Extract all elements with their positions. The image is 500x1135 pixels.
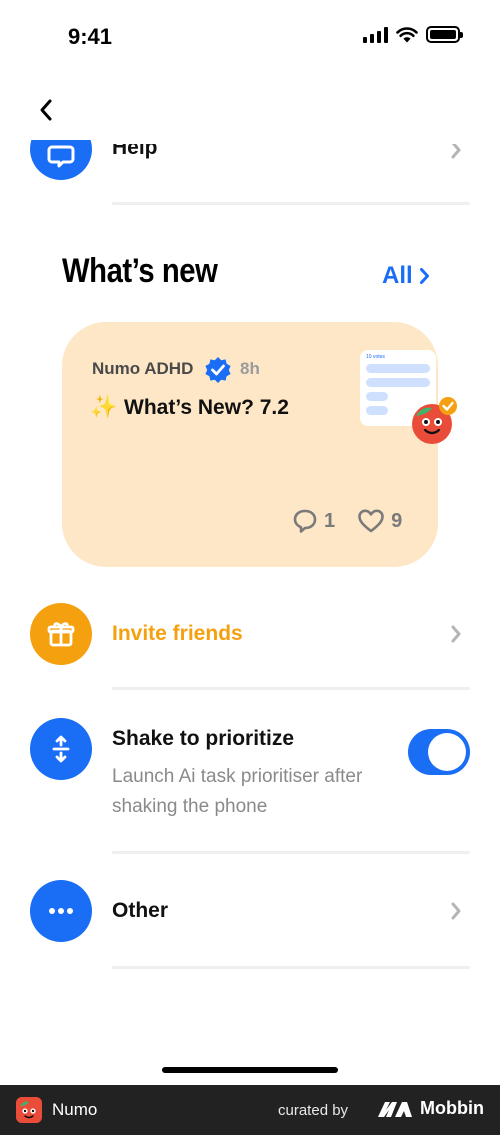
other-title: Other — [112, 899, 169, 922]
divider — [112, 966, 470, 969]
divider — [112, 202, 470, 205]
whats-new-title: What’s new — [62, 252, 218, 290]
invite-friends-title: Invite friends — [112, 622, 243, 645]
help-title: Help — [112, 136, 158, 159]
chevron-right-icon — [446, 144, 466, 162]
chevron-right-icon — [446, 899, 466, 923]
back-button[interactable] — [30, 92, 62, 128]
all-label: All — [382, 262, 413, 289]
sparkles-icon: ✨ — [90, 394, 118, 419]
home-indicator — [162, 1067, 338, 1073]
chevron-left-icon — [40, 99, 52, 121]
more-dots-icon — [49, 908, 73, 914]
gift-icon — [47, 622, 75, 647]
post-author: Numo ADHD — [92, 359, 194, 378]
arrows-vertical-icon — [52, 735, 70, 763]
heart-icon — [358, 509, 384, 533]
invite-icon-circle — [30, 603, 92, 665]
post-title: What’s New? 7.2 — [124, 396, 289, 419]
divider — [112, 851, 470, 854]
likes-count: 9 — [391, 509, 403, 532]
cellular-signal-icon — [363, 26, 388, 43]
battery-icon — [426, 26, 463, 43]
status-time: 9:41 — [68, 24, 113, 49]
mobbin-logo-icon — [378, 1102, 412, 1117]
footer-curated-by: curated by — [278, 1102, 349, 1119]
shake-toggle[interactable] — [408, 729, 470, 775]
other-icon-circle — [30, 880, 92, 942]
shake-title: Shake to prioritize — [112, 727, 295, 750]
comments-count: 1 — [324, 509, 336, 532]
post-stats: 1 9 — [292, 508, 402, 534]
footer-bar: Numo curated by Mobbin — [0, 1085, 500, 1135]
chevron-right-icon — [446, 622, 466, 646]
chevron-right-icon — [419, 268, 429, 284]
likes-stat[interactable]: 9 — [357, 508, 402, 534]
comment-icon — [293, 509, 317, 533]
thumbnail-header: 10 votes — [366, 354, 385, 360]
toggle-knob — [428, 733, 466, 771]
mascot-icon — [412, 397, 457, 444]
chat-bubble-icon — [47, 145, 75, 168]
footer-brand: Mobbin — [420, 1098, 484, 1118]
verified-badge-icon — [205, 357, 231, 383]
divider — [112, 687, 470, 690]
footer-app-name: Numo — [52, 1100, 98, 1119]
app-icon — [16, 1097, 42, 1123]
wifi-icon — [396, 27, 418, 43]
status-bar: 9:41 — [0, 0, 500, 70]
shake-description: Launch Ai task prioritiser after shaking… — [112, 766, 363, 817]
whats-new-card[interactable]: Numo ADHD 8h ✨ What’s New? 7.2 10 votes … — [62, 322, 457, 567]
post-time: 8h — [240, 359, 260, 378]
shake-icon-circle — [30, 718, 92, 780]
comments-stat[interactable]: 1 — [292, 508, 335, 534]
all-link[interactable]: All — [382, 262, 430, 290]
status-icons — [363, 26, 463, 43]
